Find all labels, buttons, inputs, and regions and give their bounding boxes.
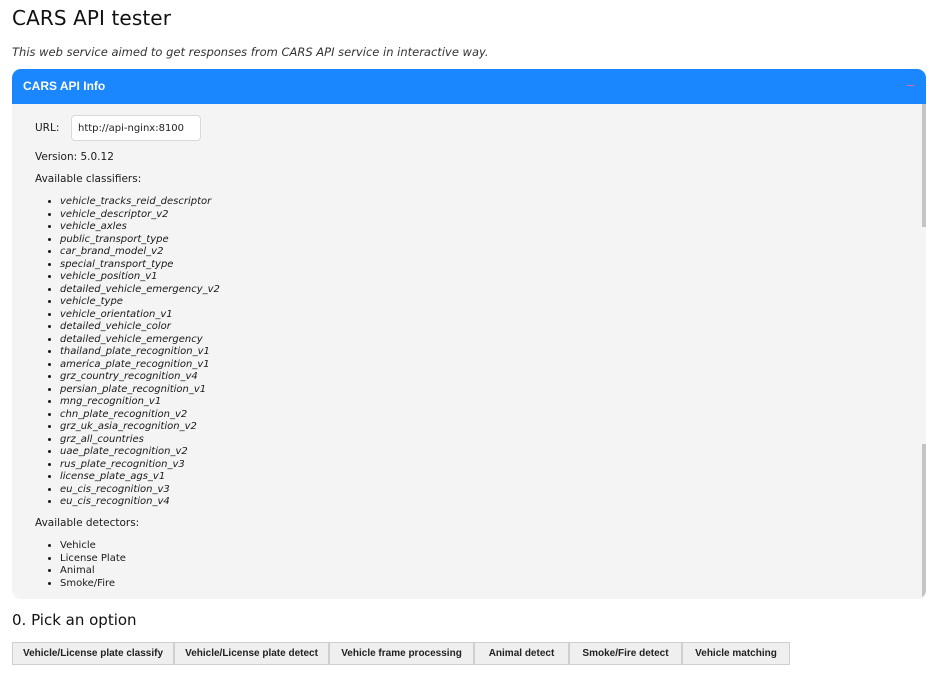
vehicle-plate-detect-button[interactable]: Vehicle/License plate detect: [174, 642, 329, 665]
classifier-item: vehicle_orientation_v1: [60, 309, 220, 322]
classifier-item: america_plate_recognition_v1: [60, 359, 220, 372]
api-version: Version: 5.0.12: [35, 151, 114, 163]
detectors-list: Vehicle License Plate Animal Smoke/Fire: [35, 540, 126, 590]
page-title: CARS API tester: [12, 6, 172, 30]
classifier-item: eu_cis_recognition_v3: [60, 484, 220, 497]
classifier-item: rus_plate_recognition_v3: [60, 459, 220, 472]
detector-item: Animal: [60, 565, 126, 578]
classifier-item: eu_cis_recognition_v4: [60, 496, 220, 509]
detector-item: Smoke/Fire: [60, 578, 126, 591]
classifier-item: vehicle_type: [60, 296, 220, 309]
classifier-item: detailed_vehicle_color: [60, 321, 220, 334]
classifier-item: chn_plate_recognition_v2: [60, 409, 220, 422]
api-info-panel-body: URL: Version: 5.0.12 Available classifie…: [12, 104, 922, 599]
classifier-item: thailand_plate_recognition_v1: [60, 346, 220, 359]
api-info-panel-title: CARS API Info: [23, 79, 106, 93]
classifier-item: public_transport_type: [60, 234, 220, 247]
classifiers-heading: Available classifiers:: [35, 173, 142, 185]
pick-option-heading: 0. Pick an option: [12, 611, 137, 629]
page-subtitle: This web service aimed to get responses …: [12, 45, 489, 59]
classifier-item: detailed_vehicle_emergency_v2: [60, 284, 220, 297]
classifier-item: detailed_vehicle_emergency: [60, 334, 220, 347]
classifier-item: license_plate_ags_v1: [60, 471, 220, 484]
classifier-item: grz_uk_asia_recognition_v2: [60, 421, 220, 434]
classifier-item: vehicle_position_v1: [60, 271, 220, 284]
url-input[interactable]: [71, 115, 201, 141]
classifier-item: mng_recognition_v1: [60, 396, 220, 409]
detector-item: Vehicle: [60, 540, 126, 553]
url-label: URL:: [35, 122, 60, 134]
panel-scrollbar-thumb-upper[interactable]: [922, 104, 926, 227]
classifier-item: vehicle_tracks_reid_descriptor: [60, 196, 220, 209]
animal-detect-button[interactable]: Animal detect: [474, 642, 569, 665]
detectors-heading: Available detectors:: [35, 517, 140, 529]
classifier-item: special_transport_type: [60, 259, 220, 272]
classifier-item: grz_all_countries: [60, 434, 220, 447]
api-info-panel: CARS API Info URL: Version: 5.0.12 Avail…: [12, 69, 926, 599]
smoke-fire-detect-button[interactable]: Smoke/Fire detect: [569, 642, 682, 665]
vehicle-plate-classify-button[interactable]: Vehicle/License plate classify: [12, 642, 174, 665]
classifier-item: vehicle_descriptor_v2: [60, 209, 220, 222]
classifier-item: persian_plate_recognition_v1: [60, 384, 220, 397]
vehicle-matching-button[interactable]: Vehicle matching: [682, 642, 790, 665]
panel-scrollbar-thumb[interactable]: [922, 444, 926, 599]
classifiers-list: vehicle_tracks_reid_descriptor vehicle_d…: [35, 196, 220, 509]
detector-item: License Plate: [60, 553, 126, 566]
classifier-item: grz_country_recognition_v4: [60, 371, 220, 384]
classifier-item: car_brand_model_v2: [60, 246, 220, 259]
classifier-item: vehicle_axles: [60, 221, 220, 234]
minus-icon[interactable]: [907, 85, 914, 86]
classifier-item: uae_plate_recognition_v2: [60, 446, 220, 459]
vehicle-frame-processing-button[interactable]: Vehicle frame processing: [329, 642, 474, 665]
api-info-panel-header[interactable]: CARS API Info: [12, 69, 926, 104]
